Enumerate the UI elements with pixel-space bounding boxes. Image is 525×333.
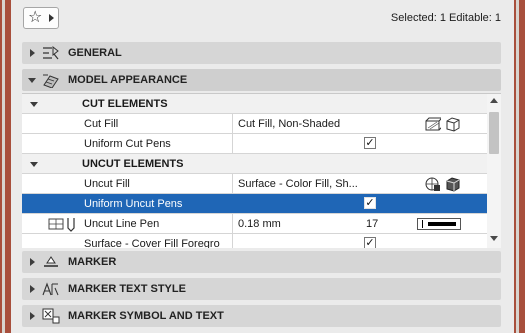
table-row-partial[interactable]: Surface - Cover Fill Foregro ✓ xyxy=(22,234,487,248)
section-title: GENERAL xyxy=(68,47,122,59)
scroll-up-icon[interactable] xyxy=(490,98,498,103)
cut-fill-label: Cut Fill xyxy=(84,118,119,130)
marker-text-style-icon xyxy=(42,282,59,296)
uncut-line-pen-label: Uncut Line Pen xyxy=(84,218,160,230)
section-title: MARKER xyxy=(68,256,117,268)
pen-number[interactable]: 17 xyxy=(366,218,378,230)
dropdown-arrow-icon xyxy=(49,14,54,22)
uniform-cut-pens-label: Uniform Cut Pens xyxy=(84,138,171,150)
favorites-button[interactable]: ☆ xyxy=(23,7,59,29)
marker-symbol-icon xyxy=(42,308,60,324)
collapse-arrow-icon xyxy=(30,162,38,167)
pen-line-icon xyxy=(48,218,75,232)
selection-status: Selected: 1 Editable: 1 xyxy=(390,12,501,24)
group-row-cut-elements[interactable]: CUT ELEMENTS xyxy=(22,94,487,114)
pen-color-swatch[interactable] xyxy=(417,218,461,230)
section-marker[interactable]: MARKER xyxy=(22,251,501,273)
expand-arrow-icon xyxy=(30,258,35,266)
expand-arrow-icon xyxy=(30,285,35,293)
section-model-appearance[interactable]: MODEL APPEARANCE xyxy=(22,69,501,91)
group-label: CUT ELEMENTS xyxy=(82,98,168,110)
collapse-arrow-icon xyxy=(28,78,36,83)
uncut-fill-value[interactable]: Surface - Color Fill, Sh... xyxy=(238,178,366,190)
general-settings-icon xyxy=(43,45,59,60)
group-label: UNCUT ELEMENTS xyxy=(82,158,184,170)
table-scrollbar[interactable] xyxy=(487,94,501,248)
uniform-uncut-pens-checkbox[interactable]: ✓ xyxy=(364,197,376,209)
uncut-line-pen-value[interactable]: 0.18 mm xyxy=(238,218,366,230)
section-title: MARKER SYMBOL AND TEXT xyxy=(68,310,224,322)
uniform-cut-pens-checkbox[interactable]: ✓ xyxy=(364,137,376,149)
fill-pattern-icon xyxy=(425,117,441,131)
section-marker-text-style[interactable]: MARKER TEXT STYLE xyxy=(22,278,501,300)
wall-stripe xyxy=(2,0,5,333)
section-title: MODEL APPEARANCE xyxy=(68,74,188,86)
section-general[interactable]: GENERAL xyxy=(22,42,501,64)
model-appearance-table: CUT ELEMENTS Cut Fill Cut Fill, Non-Shad… xyxy=(22,93,501,248)
collapse-arrow-icon xyxy=(30,102,38,107)
settings-panel: ☆ Selected: 1 Editable: 1 GENERAL MODEL … xyxy=(11,0,514,333)
section-title: MARKER TEXT STYLE xyxy=(68,283,186,295)
cube-icon xyxy=(446,117,460,132)
marker-icon xyxy=(44,256,58,267)
partial-row-label: Surface - Cover Fill Foregro xyxy=(84,238,220,248)
partial-row-checkbox[interactable]: ✓ xyxy=(364,237,376,248)
table-row-uncut-fill[interactable]: Uncut Fill Surface - Color Fill, Sh... xyxy=(22,174,487,194)
star-icon: ☆ xyxy=(28,9,43,26)
table-row-uncut-line-pen[interactable]: Uncut Line Pen 0.18 mm 17 xyxy=(22,214,487,234)
table-row-uniform-uncut-pens[interactable]: Uniform Uncut Pens ✓ xyxy=(22,194,487,214)
uniform-uncut-pens-label: Uniform Uncut Pens xyxy=(84,198,183,210)
section-marker-symbol-and-text[interactable]: MARKER SYMBOL AND TEXT xyxy=(22,305,501,327)
expand-arrow-icon xyxy=(30,312,35,320)
uncut-fill-label: Uncut Fill xyxy=(84,178,130,190)
group-row-uncut-elements[interactable]: UNCUT ELEMENTS xyxy=(22,154,487,174)
solid-cube-icon xyxy=(446,177,460,192)
scroll-down-icon[interactable] xyxy=(490,236,498,241)
cut-fill-value[interactable]: Cut Fill, Non-Shaded xyxy=(238,118,366,130)
scroll-thumb[interactable] xyxy=(489,112,499,154)
table-row-uniform-cut-pens[interactable]: Uniform Cut Pens ✓ xyxy=(22,134,487,154)
surface-fill-icon xyxy=(425,177,440,191)
model-appearance-icon xyxy=(43,74,59,88)
wall-stripe xyxy=(516,0,519,333)
table-row-cut-fill[interactable]: Cut Fill Cut Fill, Non-Shaded xyxy=(22,114,487,134)
expand-arrow-icon xyxy=(30,49,35,57)
